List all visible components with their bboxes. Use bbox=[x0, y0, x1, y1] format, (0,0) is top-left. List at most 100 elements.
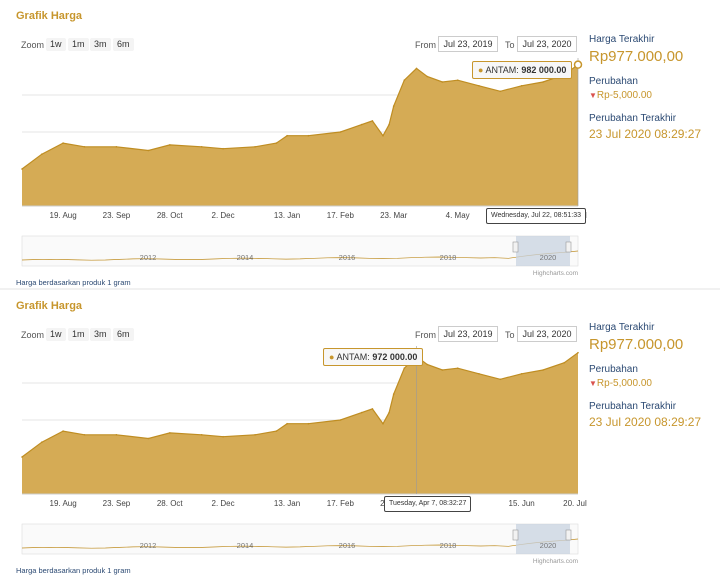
x-tick-label: 13. Jan bbox=[274, 211, 300, 220]
last-price-value: Rp977.000,00 bbox=[589, 48, 684, 65]
tooltip-value: 972 000.00 bbox=[372, 352, 418, 362]
navigator-year-label: 2012 bbox=[140, 541, 157, 550]
footnote: Harga berdasarkan produk 1 gram bbox=[16, 566, 131, 575]
data-point bbox=[339, 131, 342, 133]
navigator-year-label: 2016 bbox=[339, 253, 356, 262]
data-point bbox=[41, 441, 43, 443]
data-point bbox=[441, 81, 444, 83]
data-point bbox=[360, 123, 363, 126]
data-point bbox=[388, 411, 390, 414]
chart-tooltip: ● ANTAM: 972 000.00 bbox=[323, 348, 424, 366]
navigator-year-label: 2018 bbox=[440, 253, 457, 262]
navigator-year-label: 2016 bbox=[339, 541, 356, 550]
change-label: Perubahan bbox=[589, 364, 638, 375]
data-point bbox=[577, 351, 579, 354]
data-point bbox=[222, 435, 224, 438]
down-triangle-icon: ▼ bbox=[589, 379, 597, 388]
data-point bbox=[169, 144, 171, 146]
x-tick-label: 28. Oct bbox=[157, 211, 184, 220]
navigator-handle-left bbox=[512, 241, 519, 253]
footnote: Harga berdasarkan produk 1 gram bbox=[16, 278, 131, 287]
x-tick-label: 4. May bbox=[446, 211, 470, 220]
data-point bbox=[62, 142, 64, 144]
x-tick-label: 2. Dec bbox=[212, 499, 235, 508]
navigator-handle-right bbox=[565, 529, 572, 541]
hover-marker bbox=[573, 60, 583, 69]
change-value-row: ▼Rp-5,000.00 bbox=[589, 90, 701, 101]
data-point bbox=[147, 437, 150, 440]
data-point bbox=[415, 67, 418, 70]
navigator bbox=[21, 523, 579, 555]
data-point bbox=[83, 434, 86, 436]
data-point bbox=[286, 134, 288, 137]
price-chart-panel: Grafik Harga Zoom 1w 1m 3m 6m From Jul 2… bbox=[0, 0, 720, 287]
last-price-label: Harga Terakhir bbox=[589, 34, 655, 45]
last-change-value: 23 Jul 2020 08:29:27 bbox=[589, 415, 702, 429]
x-tick-label: 13. Jan bbox=[274, 499, 300, 508]
data-point bbox=[542, 81, 544, 83]
tooltip-series: ANTAM: bbox=[336, 352, 370, 362]
data-point bbox=[83, 146, 86, 148]
x-tick-label: 23. Sep bbox=[103, 211, 131, 220]
last-change-value: 23 Jul 2020 08:29:27 bbox=[589, 127, 702, 141]
data-point bbox=[339, 419, 342, 421]
navigator-year-label: 2014 bbox=[237, 253, 254, 262]
data-point bbox=[275, 430, 278, 432]
navigator-handle-right bbox=[565, 241, 572, 253]
data-point bbox=[426, 75, 429, 78]
data-point bbox=[388, 123, 390, 126]
tooltip-series-dot-icon: ● bbox=[478, 65, 484, 75]
navigator-year-label: 2020 bbox=[540, 541, 557, 550]
data-point bbox=[286, 422, 288, 425]
navigator bbox=[21, 235, 579, 267]
data-point bbox=[499, 378, 502, 381]
data-point bbox=[382, 134, 384, 137]
data-point bbox=[392, 393, 395, 395]
last-change-label: Perubahan Terakhir bbox=[589, 113, 677, 124]
x-tick-label: 28. Oct bbox=[157, 499, 184, 508]
data-point bbox=[456, 367, 459, 369]
down-triangle-icon: ▼ bbox=[589, 91, 597, 100]
chart-tooltip: ● ANTAM: 982 000.00 bbox=[472, 61, 573, 79]
navigator-year-label: 2020 bbox=[540, 253, 557, 262]
data-point bbox=[520, 373, 523, 375]
data-point bbox=[382, 422, 384, 425]
data-point bbox=[200, 434, 203, 436]
x-tick-label: 15. Jun bbox=[509, 499, 535, 508]
data-point bbox=[478, 373, 480, 375]
data-point bbox=[478, 85, 480, 87]
data-point bbox=[115, 434, 118, 436]
change-value-row: ▼Rp-5,000.00 bbox=[589, 378, 701, 389]
tooltip-series: ANTAM: bbox=[485, 65, 519, 75]
data-point bbox=[222, 147, 224, 150]
data-point bbox=[254, 434, 256, 436]
data-point bbox=[21, 456, 23, 458]
data-point bbox=[115, 146, 118, 148]
x-tick-label: 17. Feb bbox=[327, 211, 355, 220]
change-label: Perubahan bbox=[589, 76, 638, 87]
data-point bbox=[403, 367, 406, 369]
data-point bbox=[21, 168, 23, 170]
last-change-label: Perubahan Terakhir bbox=[589, 401, 677, 412]
data-point bbox=[147, 149, 150, 152]
data-point bbox=[275, 142, 278, 144]
data-point bbox=[499, 90, 502, 93]
data-point bbox=[441, 369, 444, 371]
data-point bbox=[41, 153, 43, 155]
crosshair-x-label: Tuesday, Apr 7, 08:32:27 bbox=[384, 496, 472, 512]
price-chart-panel: Grafik Harga Zoom 1w 1m 3m 6m From Jul 2… bbox=[0, 288, 720, 576]
data-point bbox=[392, 105, 395, 107]
data-point bbox=[371, 408, 374, 410]
data-point bbox=[371, 120, 374, 122]
last-price-value: Rp977.000,00 bbox=[589, 336, 684, 353]
tooltip-series-dot-icon: ● bbox=[329, 352, 335, 362]
data-point bbox=[360, 411, 363, 414]
x-tick-label: 23. Sep bbox=[103, 499, 131, 508]
x-tick-label: 19. Aug bbox=[50, 211, 77, 220]
data-point bbox=[62, 430, 64, 432]
x-tick-label: 23. Mar bbox=[380, 211, 407, 220]
navigator-year-label: 2018 bbox=[440, 541, 457, 550]
navigator-year-label: 2012 bbox=[140, 253, 157, 262]
data-point bbox=[542, 369, 544, 371]
data-point bbox=[254, 146, 256, 148]
